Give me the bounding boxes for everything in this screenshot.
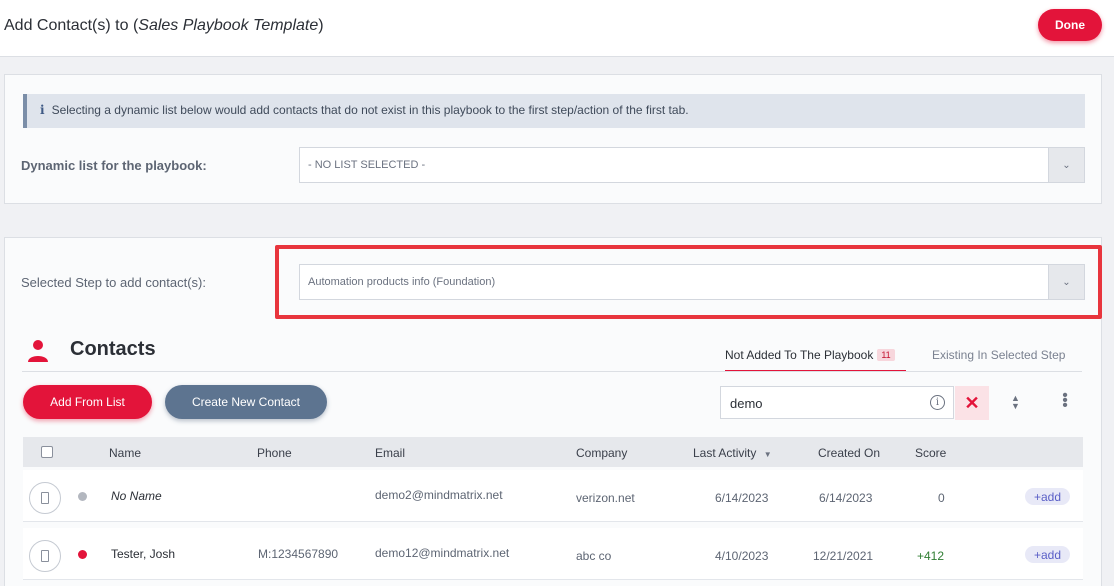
add-contact-button[interactable]: +add bbox=[1025, 546, 1070, 563]
contact-name[interactable]: No Name bbox=[111, 489, 162, 503]
contacts-title: Contacts bbox=[70, 338, 156, 360]
tab-not-added[interactable]: Not Added To The Playbook 11 bbox=[725, 348, 906, 372]
step-select-highlight bbox=[275, 245, 1102, 319]
dynamic-list-value: - NO LIST SELECTED - bbox=[308, 159, 426, 171]
status-dot bbox=[78, 550, 87, 559]
contact-last-activity: 4/10/2023 bbox=[715, 549, 769, 563]
column-last-activity-label: Last Activity bbox=[693, 446, 757, 460]
dynamic-list-label: Dynamic list for the playbook: bbox=[21, 158, 207, 173]
clear-search-button[interactable]: ✕ bbox=[955, 386, 989, 420]
top-bar: Add Contact(s) to (Sales Playbook Templa… bbox=[0, 0, 1114, 57]
status-dot bbox=[78, 492, 87, 501]
sort-down-icon: ▼ bbox=[763, 450, 772, 459]
contact-phone: M:1234567890 bbox=[258, 547, 339, 561]
chevron-down-icon[interactable]: ⌄ bbox=[1048, 148, 1084, 182]
table-row[interactable]: Tester, Josh M:1234567890 demo12@mindmat… bbox=[23, 528, 1083, 580]
sort-icon[interactable]: ▲ ▼ bbox=[1011, 394, 1020, 411]
playbook-name: Sales Playbook Template bbox=[138, 17, 319, 34]
search-input[interactable]: demo i bbox=[720, 386, 954, 419]
contact-score: +412 bbox=[917, 549, 945, 563]
contact-last-activity: 6/14/2023 bbox=[715, 491, 769, 505]
info-text: Selecting a dynamic list below would add… bbox=[51, 103, 689, 117]
info-icon: i bbox=[40, 103, 45, 117]
column-score[interactable]: Score bbox=[915, 446, 946, 460]
column-name[interactable]: Name bbox=[109, 446, 141, 460]
add-from-list-button[interactable]: Add From List bbox=[23, 385, 152, 419]
done-button[interactable]: Done bbox=[1038, 9, 1102, 41]
dynamic-list-panel: i Selecting a dynamic list below would ad… bbox=[4, 74, 1102, 204]
column-email[interactable]: Email bbox=[375, 446, 405, 460]
step-label: Selected Step to add contact(s): bbox=[21, 275, 206, 290]
user-icon bbox=[26, 339, 50, 363]
more-options-icon[interactable]: • • • bbox=[1059, 388, 1071, 414]
contact-avatar[interactable] bbox=[29, 482, 61, 514]
contact-company: abc co bbox=[576, 549, 612, 563]
tab-not-added-label: Not Added To The Playbook bbox=[725, 348, 874, 362]
contact-created-on: 12/21/2021 bbox=[813, 549, 874, 563]
create-contact-button[interactable]: Create New Contact bbox=[165, 385, 327, 419]
column-company[interactable]: Company bbox=[576, 446, 627, 460]
info-banner: i Selecting a dynamic list below would ad… bbox=[23, 94, 1085, 128]
search-value: demo bbox=[730, 396, 763, 411]
tabs-divider bbox=[22, 371, 1082, 372]
column-phone[interactable]: Phone bbox=[257, 446, 292, 460]
add-contact-button[interactable]: +add bbox=[1025, 488, 1070, 505]
select-all-checkbox[interactable] bbox=[41, 446, 53, 458]
contact-score: 0 bbox=[938, 491, 945, 505]
contact-email: demo12@mindmatrix.net bbox=[375, 546, 510, 560]
column-last-activity[interactable]: Last Activity ▼ bbox=[693, 446, 772, 460]
contact-email: demo2@mindmatrix.net bbox=[375, 488, 503, 502]
count-badge: 11 bbox=[877, 349, 895, 361]
title-suffix: ) bbox=[318, 17, 324, 34]
page-title: Add Contact(s) to (Sales Playbook Templa… bbox=[4, 17, 324, 35]
contact-created-on: 6/14/2023 bbox=[819, 491, 873, 505]
contact-name[interactable]: Tester, Josh bbox=[111, 547, 175, 561]
table-row[interactable]: No Name demo2@mindmatrix.net verizon.net… bbox=[23, 470, 1083, 522]
contact-avatar[interactable] bbox=[29, 540, 61, 572]
title-prefix: Add Contact(s) to ( bbox=[4, 17, 139, 34]
dynamic-list-select[interactable]: - NO LIST SELECTED - ⌄ bbox=[299, 147, 1085, 183]
info-icon[interactable]: i bbox=[930, 395, 945, 410]
table-header: Name Phone Email Company Last Activity ▼… bbox=[23, 437, 1083, 467]
column-created-on[interactable]: Created On bbox=[818, 446, 880, 460]
contact-company: verizon.net bbox=[576, 491, 635, 505]
tab-existing[interactable]: Existing In Selected Step bbox=[932, 348, 1065, 362]
